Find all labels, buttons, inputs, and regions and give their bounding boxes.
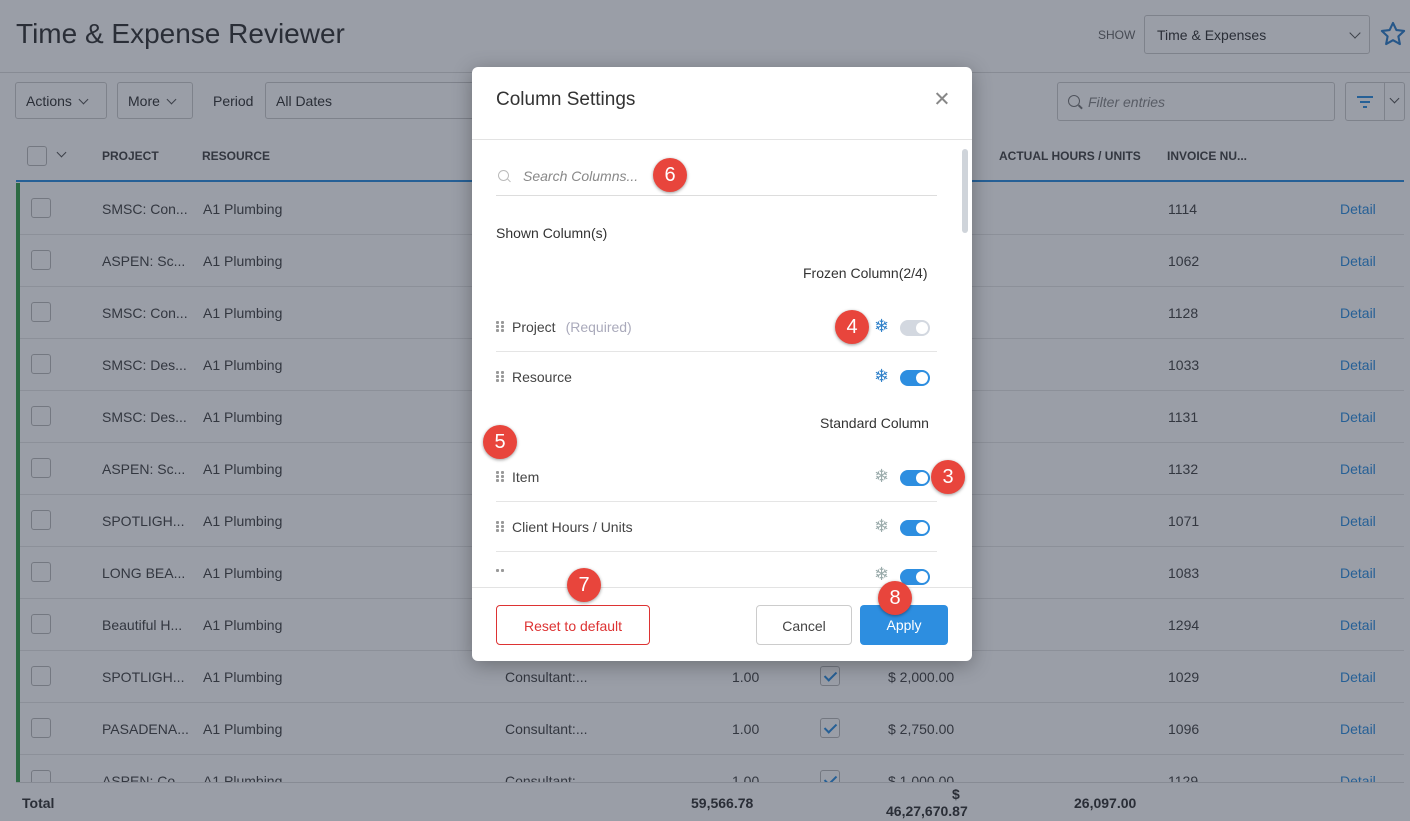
column-label: Client Hours / Units — [512, 519, 633, 535]
search-columns-input[interactable]: Search Columns... — [496, 162, 937, 196]
freeze-snowflake-icon[interactable]: ❄ — [874, 516, 889, 537]
column-label: Item — [512, 469, 540, 485]
column-row-client-hours[interactable]: Client Hours / Units ❄ — [496, 502, 937, 552]
annotation-badge-6: 6 — [653, 158, 687, 192]
freeze-snowflake-icon[interactable]: ❄ — [874, 316, 889, 337]
scrollbar-thumb[interactable] — [962, 149, 968, 233]
close-icon[interactable] — [934, 91, 950, 107]
standard-columns-heading: Standard Column — [820, 415, 929, 431]
column-visibility-toggle[interactable] — [900, 470, 930, 486]
column-row-project[interactable]: Project (Required) ❄ — [496, 302, 937, 352]
reset-to-default-button[interactable]: Reset to default — [496, 605, 650, 645]
shown-columns-heading: Shown Column(s) — [496, 225, 608, 241]
dialog-header-divider — [472, 139, 972, 140]
search-columns-placeholder: Search Columns... — [523, 168, 639, 184]
annotation-badge-4: 4 — [835, 310, 869, 344]
frozen-columns-heading: Frozen Column(2/4) — [803, 265, 928, 281]
column-visibility-toggle[interactable] — [900, 520, 930, 536]
drag-handle-icon[interactable] — [496, 569, 504, 581]
annotation-badge-8: 8 — [878, 581, 912, 615]
dialog-scrollbar[interactable] — [962, 149, 968, 569]
column-visibility-toggle — [900, 320, 930, 336]
column-settings-dialog: Column Settings Search Columns... Shown … — [472, 67, 972, 661]
search-icon — [498, 170, 509, 181]
annotation-badge-3: 3 — [931, 460, 965, 494]
drag-handle-icon[interactable] — [496, 321, 504, 333]
drag-handle-icon[interactable] — [496, 521, 504, 533]
freeze-snowflake-icon[interactable]: ❄ — [874, 366, 889, 387]
column-row-partial[interactable]: ❄ — [496, 552, 937, 587]
dialog-title: Column Settings — [496, 89, 636, 110]
column-label: Resource — [512, 369, 572, 385]
required-note: (Required) — [565, 319, 632, 335]
annotation-badge-5: 5 — [483, 425, 517, 459]
column-row-resource[interactable]: Resource ❄ — [496, 352, 937, 402]
column-label: Project (Required) — [512, 319, 632, 335]
column-row-item[interactable]: Item ❄ — [496, 452, 937, 502]
column-visibility-toggle[interactable] — [900, 569, 930, 585]
column-visibility-toggle[interactable] — [900, 370, 930, 386]
annotation-badge-7: 7 — [567, 568, 601, 602]
freeze-snowflake-icon[interactable]: ❄ — [874, 466, 889, 487]
drag-handle-icon[interactable] — [496, 471, 504, 483]
drag-handle-icon[interactable] — [496, 371, 504, 383]
cancel-button[interactable]: Cancel — [756, 605, 852, 645]
